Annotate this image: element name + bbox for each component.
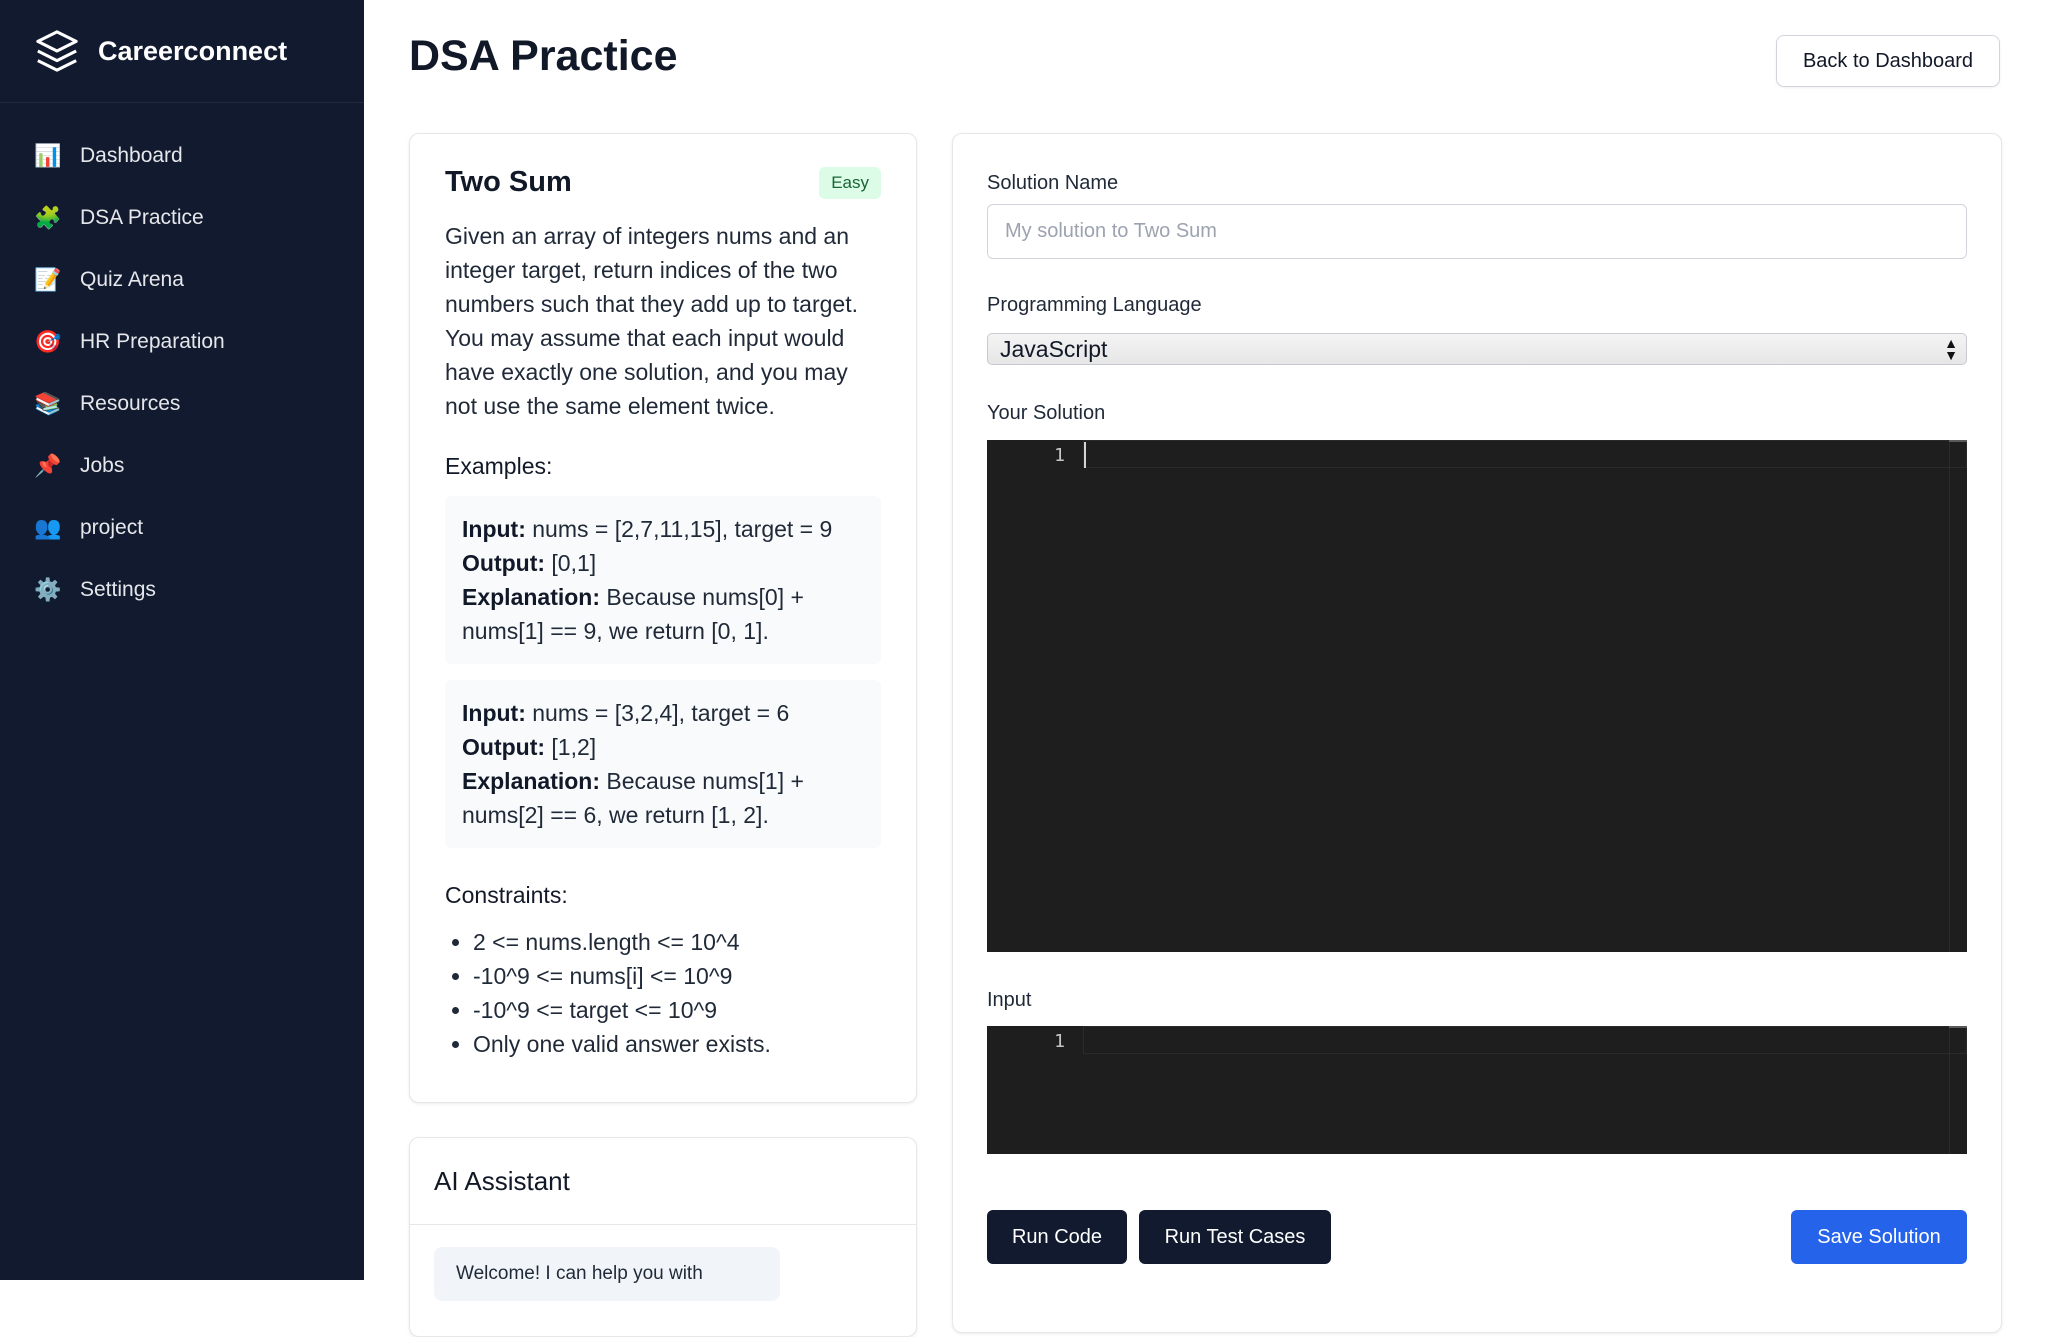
- layers-logo-icon: [36, 30, 78, 72]
- memo-icon: 📝: [34, 267, 62, 292]
- target-icon: 🎯: [34, 329, 62, 354]
- constraint-item: 2 <= nums.length <= 10^4: [473, 925, 881, 959]
- input-label: Input:: [462, 700, 526, 726]
- constraint-item: -10^9 <= target <= 10^9: [473, 993, 881, 1027]
- sidebar-item-resources[interactable]: 📚 Resources: [0, 373, 364, 435]
- language-select-value: JavaScript: [1000, 335, 1108, 362]
- sidebar-item-label: Quiz Arena: [80, 268, 184, 291]
- editor-card: Solution Name Programming Language JavaS…: [952, 133, 2002, 1333]
- example-input: nums = [2,7,11,15], target = 9: [532, 516, 833, 542]
- sidebar-item-label: DSA Practice: [80, 206, 204, 229]
- current-line-highlight: [1083, 440, 1967, 468]
- problem-description: Given an array of integers nums and an i…: [445, 223, 858, 419]
- constraints-list: 2 <= nums.length <= 10^4 -10^9 <= nums[i…: [445, 925, 881, 1061]
- language-label: Programming Language: [987, 294, 1202, 316]
- sidebar-item-dsa-practice[interactable]: 🧩 DSA Practice: [0, 187, 364, 249]
- editor-scrollbar[interactable]: [1949, 1026, 1967, 1154]
- run-code-button[interactable]: Run Code: [987, 1210, 1127, 1264]
- example-output: [1,2]: [551, 734, 597, 760]
- sidebar-item-project[interactable]: 👥 project: [0, 497, 364, 559]
- constraints-heading: Constraints:: [445, 882, 568, 908]
- input-label: Input:: [462, 516, 526, 542]
- example-block: Input: nums = [3,2,4], target = 6 Output…: [445, 680, 881, 848]
- solution-name-input[interactable]: [987, 204, 1967, 259]
- solution-label: Your Solution: [987, 402, 1106, 424]
- constraint-item: -10^9 <= nums[i] <= 10^9: [473, 959, 881, 993]
- brand-name: Careerconnect: [98, 35, 288, 66]
- sidebar-item-settings[interactable]: ⚙️ Settings: [0, 559, 364, 621]
- back-to-dashboard-button[interactable]: Back to Dashboard: [1776, 35, 2000, 87]
- sidebar-item-label: HR Preparation: [80, 330, 225, 353]
- ai-assistant-title: AI Assistant: [434, 1165, 570, 1196]
- ai-message-bubble: Welcome! I can help you with: [434, 1247, 780, 1301]
- sidebar-item-label: Jobs: [80, 454, 125, 477]
- pushpin-icon: 📌: [34, 453, 62, 478]
- input-label: Input: [987, 989, 1032, 1011]
- line-number: 1: [1054, 445, 1065, 466]
- difficulty-badge: Easy: [819, 166, 881, 199]
- ai-assistant-card: AI Assistant Welcome! I can help you wit…: [409, 1137, 917, 1337]
- books-icon: 📚: [34, 391, 62, 416]
- sidebar-item-quiz-arena[interactable]: 📝 Quiz Arena: [0, 249, 364, 311]
- output-label: Output:: [462, 734, 546, 760]
- problem-header: Two Sum Easy: [445, 166, 881, 199]
- current-line-highlight: [1083, 1026, 1967, 1054]
- solution-name-label: Solution Name: [987, 172, 1119, 194]
- sidebar-item-label: Resources: [80, 392, 181, 415]
- example-block: Input: nums = [2,7,11,15], target = 9 Ou…: [445, 496, 881, 664]
- sidebar-item-hr-preparation[interactable]: 🎯 HR Preparation: [0, 311, 364, 373]
- gear-icon: ⚙️: [34, 577, 62, 602]
- text-cursor: [1084, 442, 1086, 468]
- sidebar-item-label: Dashboard: [80, 144, 183, 167]
- line-gutter: 1: [987, 1026, 1079, 1154]
- problem-card: Two Sum Easy Given an array of integers …: [409, 133, 917, 1103]
- explanation-label: Explanation:: [462, 768, 601, 794]
- solution-code-editor[interactable]: 1: [987, 440, 1967, 952]
- sidebar-item-dashboard[interactable]: 📊 Dashboard: [0, 125, 364, 187]
- example-output: [0,1]: [551, 550, 597, 576]
- sidebar-item-label: Settings: [80, 578, 156, 601]
- problem-title: Two Sum: [445, 166, 572, 198]
- explanation-label: Explanation:: [462, 584, 601, 610]
- editor-scrollbar[interactable]: [1949, 440, 1967, 952]
- save-solution-button[interactable]: Save Solution: [1791, 1210, 1967, 1264]
- sidebar-item-jobs[interactable]: 📌 Jobs: [0, 435, 364, 497]
- language-select[interactable]: JavaScript ▲ ▼: [987, 333, 1967, 365]
- run-test-cases-button[interactable]: Run Test Cases: [1139, 1210, 1331, 1264]
- page-title: DSA Practice: [409, 32, 678, 80]
- select-arrows-icon: ▲ ▼: [1944, 335, 1958, 363]
- input-code-editor[interactable]: 1: [987, 1026, 1967, 1154]
- sidebar-item-label: project: [80, 516, 144, 539]
- brand[interactable]: Careerconnect: [0, 0, 364, 103]
- ai-assistant-header: AI Assistant: [410, 1138, 916, 1225]
- line-gutter: 1: [987, 440, 1079, 952]
- line-number: 1: [1054, 1031, 1065, 1052]
- puzzle-icon: 🧩: [34, 205, 62, 230]
- output-label: Output:: [462, 550, 546, 576]
- users-icon: 👥: [34, 515, 62, 540]
- bar-chart-icon: 📊: [34, 143, 62, 168]
- sidebar-nav: 📊 Dashboard 🧩 DSA Practice 📝 Quiz Arena …: [0, 125, 364, 621]
- example-input: nums = [3,2,4], target = 6: [532, 700, 790, 726]
- examples-heading: Examples:: [445, 453, 553, 479]
- sidebar: Careerconnect 📊 Dashboard 🧩 DSA Practice…: [0, 0, 364, 1280]
- constraint-item: Only one valid answer exists.: [473, 1027, 881, 1061]
